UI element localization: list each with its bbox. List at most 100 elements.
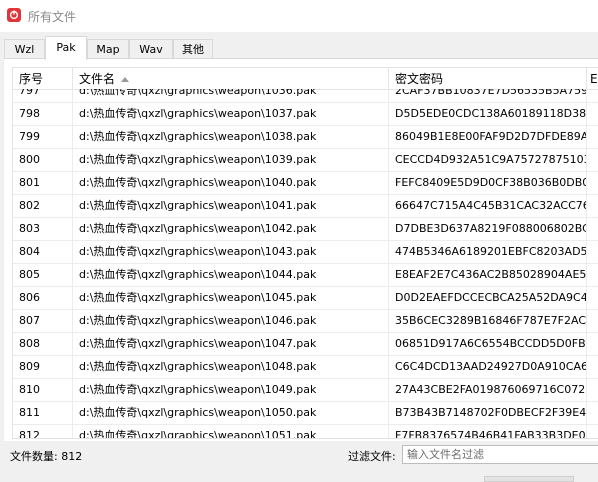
column-header-extra-label: E [590,72,598,86]
file-count-value: 812 [61,450,83,463]
row-index-cell: 800 [13,149,73,171]
row-cipher-cell: D0D2EAEFDCCECBCA25A52DA9C46... [389,287,587,309]
row-index-cell: 798 [13,103,73,125]
table-row[interactable]: 808 d:\热血传奇\qxzl\graphics\weapon\1047.pak… [13,333,598,356]
table-row[interactable]: 807 d:\热血传奇\qxzl\graphics\weapon\1046.pak… [13,310,598,333]
row-extra-cell [587,425,598,438]
row-index-cell: 803 [13,218,73,240]
row-extra-cell [587,172,598,194]
row-index-cell: 811 [13,402,73,424]
table-rows: 797 d:\热血传奇\qxzl\graphics\weapon\1036.pak… [13,89,598,438]
row-filename-cell: d:\热血传奇\qxzl\graphics\weapon\1051.pak [73,425,389,438]
row-filename-cell: d:\热血传奇\qxzl\graphics\weapon\1046.pak [73,310,389,332]
row-extra-cell [587,356,598,378]
filter-input[interactable] [402,445,598,464]
table-row[interactable]: 801 d:\热血传奇\qxzl\graphics\weapon\1040.pak… [13,172,598,195]
row-index-cell: 807 [13,310,73,332]
table-row[interactable]: 797 d:\热血传奇\qxzl\graphics\weapon\1036.pak… [13,89,598,103]
table-row[interactable]: 802 d:\热血传奇\qxzl\graphics\weapon\1041.pak… [13,195,598,218]
row-cipher-cell: 66647C715A4C45B31CAC32ACC76... [389,195,587,217]
row-extra-cell [587,402,598,424]
table-header: 序号 文件名 密文密码 E [13,68,598,90]
table-row[interactable]: 806 d:\热血传奇\qxzl\graphics\weapon\1045.pak… [13,287,598,310]
row-index-cell: 808 [13,333,73,355]
row-extra-cell [587,126,598,148]
row-index-cell: 797 [13,89,73,102]
row-cipher-cell: E8EAF2E7C436AC2B85028904AE5A... [389,264,587,286]
row-cipher-cell: F7FB8376574B46B41FAB33B3DE0A... [389,425,587,438]
table-row[interactable]: 798 d:\热血传奇\qxzl\graphics\weapon\1037.pak… [13,103,598,126]
table-row[interactable]: 799 d:\热血传奇\qxzl\graphics\weapon\1038.pak… [13,126,598,149]
row-extra-cell [587,218,598,240]
row-extra-cell [587,103,598,125]
file-count-label: 文件数量: [10,450,58,463]
table-row[interactable]: 812 d:\热血传奇\qxzl\graphics\weapon\1051.pak… [13,425,598,438]
row-index-cell: 804 [13,241,73,263]
row-extra-cell [587,89,598,102]
row-filename-cell: d:\热血传奇\qxzl\graphics\weapon\1045.pak [73,287,389,309]
row-filename-cell: d:\热血传奇\qxzl\graphics\weapon\1044.pak [73,264,389,286]
row-cipher-cell: D7DBE3D637A8219F088006802BC6... [389,218,587,240]
table-row[interactable]: 805 d:\热血传奇\qxzl\graphics\weapon\1044.pak… [13,264,598,287]
row-cipher-cell: 06851D917A6C6554BCCDD5D0FB2... [389,333,587,355]
row-filename-cell: d:\热血传奇\qxzl\graphics\weapon\1040.pak [73,172,389,194]
title-bar: 所有文件 [0,0,598,32]
window-title: 所有文件 [28,10,77,24]
tab-other[interactable]: 其他 [173,39,213,58]
row-extra-cell [587,379,598,401]
row-cipher-cell: 474B5346A6189201EBFC8203AD5B... [389,241,587,263]
row-cipher-cell: B73B43B7148702F0DBECF2F39E4A... [389,402,587,424]
filter-label: 过滤文件: [348,450,396,463]
row-cipher-cell: 86049B1E8E00FAF9D2D7DFDE89A4... [389,126,587,148]
column-header-filename-label: 文件名 [79,72,116,86]
row-filename-cell: d:\热血传奇\qxzl\graphics\weapon\1041.pak [73,195,389,217]
tab-wzl[interactable]: Wzl [4,39,45,58]
row-filename-cell: d:\热血传奇\qxzl\graphics\weapon\1043.pak [73,241,389,263]
row-filename-cell: d:\热血传奇\qxzl\graphics\weapon\1049.pak [73,379,389,401]
row-cipher-cell: CECCD4D932A51C9A75727875103... [389,149,587,171]
row-extra-cell [587,149,598,171]
sort-up-icon [121,77,130,82]
row-filename-cell: d:\热血传奇\qxzl\graphics\weapon\1048.pak [73,356,389,378]
bottom-button-edge[interactable] [484,476,574,482]
table-row[interactable]: 800 d:\热血传奇\qxzl\graphics\weapon\1039.pak… [13,149,598,172]
tab-pak[interactable]: Pak [45,36,87,60]
row-extra-cell [587,287,598,309]
row-extra-cell [587,264,598,286]
table-row[interactable]: 811 d:\热血传奇\qxzl\graphics\weapon\1050.pak… [13,402,598,425]
tab-wav[interactable]: Wav [129,39,173,58]
table-row[interactable]: 809 d:\热血传奇\qxzl\graphics\weapon\1048.pak… [13,356,598,379]
table-body[interactable]: 797 d:\热血传奇\qxzl\graphics\weapon\1036.pak… [13,89,598,438]
row-extra-cell [587,195,598,217]
row-cipher-cell: 27A43CBE2FA019876069716C0722... [389,379,587,401]
row-cipher-cell: 2CAF37BB10837E7D56535B5A7590... [389,89,587,102]
row-index-cell: 801 [13,172,73,194]
app-logo-icon [7,8,21,22]
column-header-index-label: 序号 [19,72,44,86]
file-count-status: 文件数量: 812 [10,448,82,464]
row-extra-cell [587,310,598,332]
row-filename-cell: d:\热血传奇\qxzl\graphics\weapon\1042.pak [73,218,389,240]
row-index-cell: 806 [13,287,73,309]
column-header-filename[interactable]: 文件名 [73,68,389,89]
tab-panel: 序号 文件名 密文密码 E 797 d:\热血传奇\qxzl\graphics\w… [4,58,598,441]
row-cipher-cell: D5D5EDE0CDC138A60189118D38D... [389,103,587,125]
row-extra-cell [587,241,598,263]
tab-map[interactable]: Map [87,39,129,58]
row-filename-cell: d:\热血传奇\qxzl\graphics\weapon\1037.pak [73,103,389,125]
column-header-index[interactable]: 序号 [13,68,73,89]
row-filename-cell: d:\热血传奇\qxzl\graphics\weapon\1047.pak [73,333,389,355]
row-index-cell: 809 [13,356,73,378]
table-row[interactable]: 804 d:\热血传奇\qxzl\graphics\weapon\1043.pak… [13,241,598,264]
row-filename-cell: d:\热血传奇\qxzl\graphics\weapon\1050.pak [73,402,389,424]
column-header-extra[interactable]: E [587,68,598,89]
file-table: 序号 文件名 密文密码 E 797 d:\热血传奇\qxzl\graphics\w… [12,67,598,439]
table-row[interactable]: 810 d:\热血传奇\qxzl\graphics\weapon\1049.pak… [13,379,598,402]
row-index-cell: 802 [13,195,73,217]
row-filename-cell: d:\热血传奇\qxzl\graphics\weapon\1036.pak [73,89,389,102]
row-filename-cell: d:\热血传奇\qxzl\graphics\weapon\1039.pak [73,149,389,171]
table-row[interactable]: 803 d:\热血传奇\qxzl\graphics\weapon\1042.pak… [13,218,598,241]
row-index-cell: 812 [13,425,73,438]
column-header-cipher[interactable]: 密文密码 [389,68,587,89]
row-filename-cell: d:\热血传奇\qxzl\graphics\weapon\1038.pak [73,126,389,148]
